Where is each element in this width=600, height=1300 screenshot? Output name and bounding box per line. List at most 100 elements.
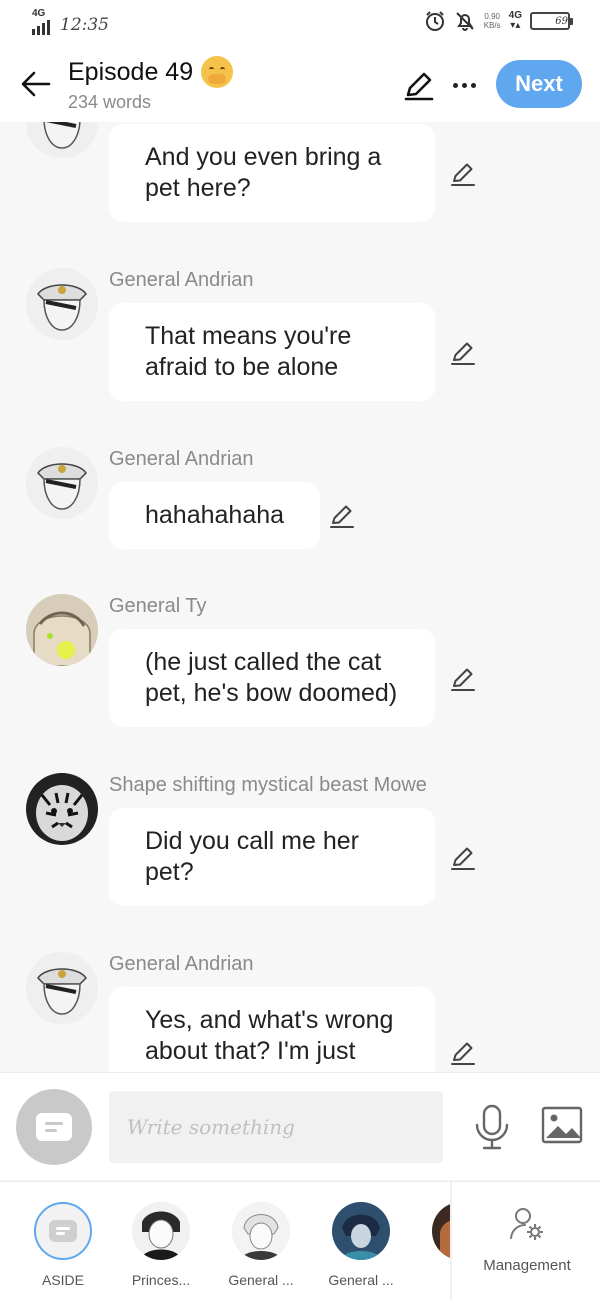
aside-toggle-button[interactable] xyxy=(16,1089,92,1165)
avatar xyxy=(232,1202,290,1260)
message-line: Did you call me her xyxy=(145,827,359,855)
general-avatar-icon xyxy=(26,952,98,1024)
general-blue-avatar-icon xyxy=(332,1202,390,1260)
data-arrows-icon: ▾▴ xyxy=(510,20,521,31)
pencil-icon xyxy=(451,163,475,186)
net-speed-unit: KB/s xyxy=(483,21,501,30)
message-bubble[interactable]: (he just called the cat pet, he's bow do… xyxy=(109,629,435,727)
more-dot-icon xyxy=(452,82,458,88)
management-label: Management xyxy=(483,1257,571,1274)
avatar-general-ty[interactable] xyxy=(26,594,98,666)
character-partial[interactable]: Gei xyxy=(413,1202,452,1288)
more-dot-icon xyxy=(470,82,476,88)
message-bubble[interactable]: That means you're afraid to be alone xyxy=(109,303,435,401)
edit-message-button[interactable] xyxy=(328,502,356,530)
tiger-avatar-icon xyxy=(26,773,98,845)
message-line: pet? xyxy=(145,858,194,886)
message-bubble[interactable]: And you even bring a pet here? xyxy=(109,124,435,222)
chat-bubble-icon xyxy=(49,1220,77,1242)
edit-message-button[interactable] xyxy=(449,160,477,188)
pencil-icon xyxy=(451,847,475,870)
edit-title-button[interactable] xyxy=(402,68,436,102)
chat-area[interactable]: And you even bring a pet here? General A… xyxy=(0,122,600,1072)
microphone-icon xyxy=(475,1104,509,1150)
character-princess[interactable]: Princes... xyxy=(113,1202,209,1288)
message-line: hahahahaha xyxy=(145,501,285,529)
message-line: And you even bring a xyxy=(145,143,382,171)
clock: 12:35 xyxy=(60,15,109,35)
message-line: (he just called the cat xyxy=(145,648,382,676)
pencil-icon xyxy=(451,668,475,691)
net-speed-value: 0.90 xyxy=(484,12,500,21)
net-speed: 0.90 KB/s xyxy=(484,12,501,30)
alarm-icon xyxy=(424,10,446,32)
character-aside[interactable]: ASIDE xyxy=(15,1202,111,1288)
character-avatar-icon xyxy=(432,1202,452,1260)
message-line: Yes, and what's wrong xyxy=(145,1006,394,1034)
avatar xyxy=(332,1202,390,1260)
pencil-icon xyxy=(451,342,475,365)
message-line: pet here? xyxy=(145,174,251,202)
microphone-button[interactable] xyxy=(472,1103,512,1151)
sender-name: General Ty xyxy=(109,595,207,617)
management-button[interactable]: Management xyxy=(472,1206,582,1274)
general-ty-avatar-icon xyxy=(26,594,98,666)
episode-header: Episode 49 234 words Next xyxy=(0,44,600,122)
episode-title[interactable]: Episode 49 xyxy=(68,56,234,88)
avatar xyxy=(132,1202,190,1260)
arrow-left-icon xyxy=(21,71,51,97)
list-divider xyxy=(450,1182,452,1300)
image-icon xyxy=(541,1106,583,1144)
edit-message-button[interactable] xyxy=(449,665,477,693)
avatar xyxy=(432,1202,452,1260)
mute-bell-icon xyxy=(454,10,476,32)
avatar-general-andrian[interactable] xyxy=(26,447,98,519)
general-white-hair-avatar-icon xyxy=(232,1202,290,1260)
avatar-general-andrian[interactable] xyxy=(26,122,98,158)
message-input[interactable] xyxy=(109,1091,443,1163)
edit-message-button[interactable] xyxy=(449,1039,477,1067)
character-list[interactable]: ASIDE Princes... General ... General ...… xyxy=(0,1182,452,1300)
message-bubble[interactable]: Yes, and what's wrong about that? I'm ju… xyxy=(109,987,435,1072)
message-bubble[interactable]: Did you call me her pet? xyxy=(109,808,435,906)
next-button[interactable]: Next xyxy=(496,60,582,108)
general-avatar-icon xyxy=(26,122,98,158)
edit-message-button[interactable] xyxy=(449,339,477,367)
aside-avatar xyxy=(34,1202,92,1260)
character-general-1[interactable]: General ... xyxy=(213,1202,309,1288)
title-block: Episode 49 234 words xyxy=(68,56,234,113)
princess-avatar-icon xyxy=(132,1202,190,1260)
back-button[interactable] xyxy=(16,64,56,104)
sender-name: General Andrian xyxy=(109,953,254,975)
more-options-button[interactable] xyxy=(448,68,480,102)
status-bar: 4G 12:35 0.90 KB/s 4G ▾▴ 69 xyxy=(0,0,600,44)
general-avatar-icon xyxy=(26,447,98,519)
chat-bubble-icon xyxy=(36,1113,72,1141)
message-bubble[interactable]: hahahahaha xyxy=(109,482,321,549)
more-dot-icon xyxy=(461,82,467,88)
episode-title-text: Episode 49 xyxy=(68,57,194,86)
sender-name: General Andrian xyxy=(109,448,254,470)
message-line: about that? I'm just xyxy=(145,1037,356,1065)
status-left: 4G 12:35 xyxy=(32,8,109,35)
word-count: 234 words xyxy=(68,92,152,112)
battery-icon: 69 xyxy=(530,12,573,30)
user-settings-icon xyxy=(510,1208,543,1240)
sender-name: Shape shifting mystical beast Mowe xyxy=(109,774,427,796)
avatar-general-andrian[interactable] xyxy=(26,268,98,340)
network-type: 4G xyxy=(32,8,46,19)
composer-bar xyxy=(0,1072,600,1180)
message-line: pet, he's bow doomed) xyxy=(145,679,398,707)
avatar-general-andrian[interactable] xyxy=(26,952,98,1024)
general-avatar-icon xyxy=(26,268,98,340)
hand-over-mouth-emoji-icon xyxy=(201,56,234,88)
character-bar: ASIDE Princes... General ... General ...… xyxy=(0,1181,600,1300)
mobile-data: 4G ▾▴ xyxy=(509,11,522,31)
edit-message-button[interactable] xyxy=(449,844,477,872)
message-line: afraid to be alone xyxy=(145,353,339,381)
pencil-icon xyxy=(451,1042,475,1065)
character-general-2[interactable]: General ... xyxy=(313,1202,409,1288)
avatar-mowe-tiger[interactable] xyxy=(26,773,98,845)
character-name: General ... xyxy=(328,1272,394,1288)
image-button[interactable] xyxy=(540,1105,584,1145)
